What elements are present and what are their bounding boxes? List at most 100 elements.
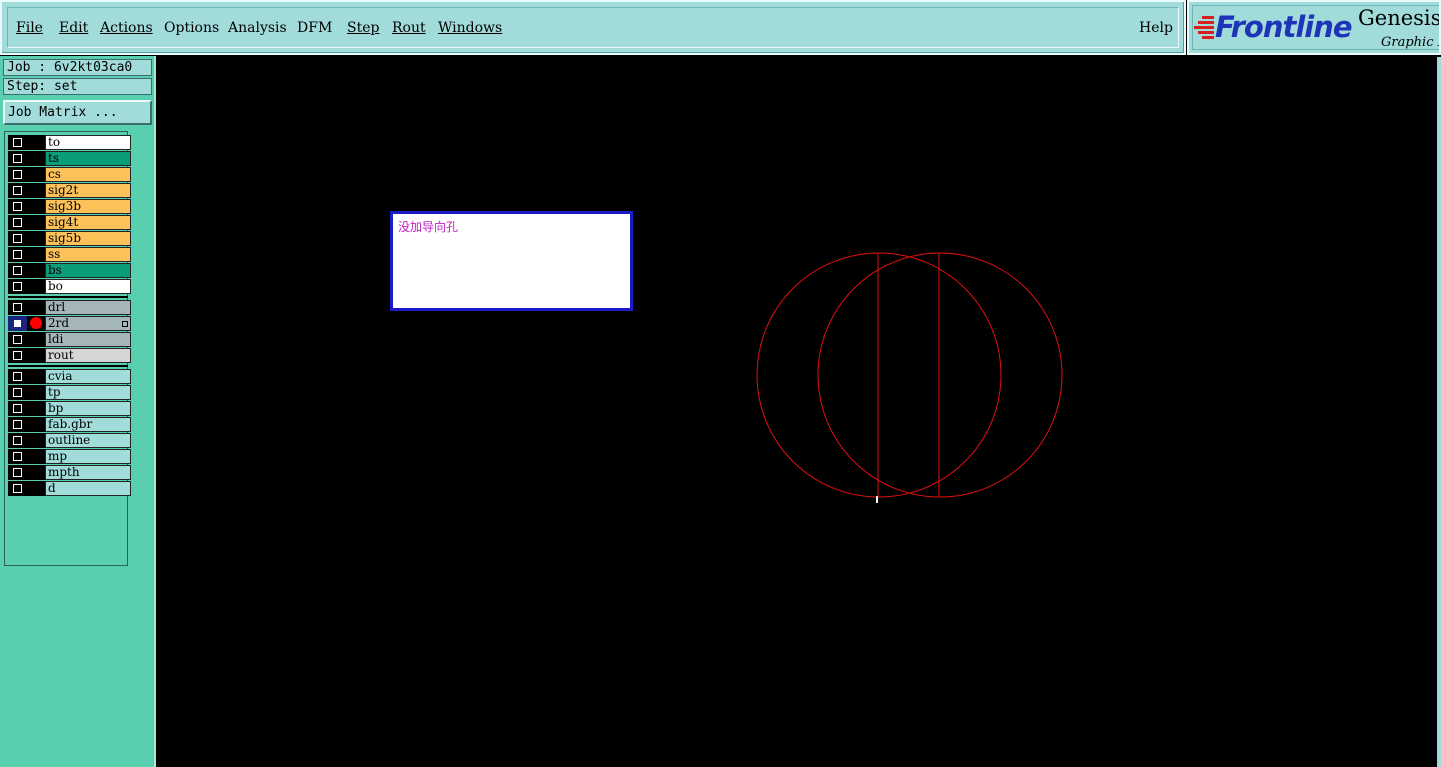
layer-checkbox[interactable] — [8, 135, 27, 150]
layer-checkbox[interactable] — [8, 247, 27, 262]
layer-checkbox[interactable] — [8, 369, 27, 384]
layer-checkbox[interactable] — [8, 385, 27, 400]
layer-affected-indicator[interactable] — [27, 183, 45, 198]
layer-row-cvia[interactable]: cvia — [8, 369, 131, 384]
layer-checkbox[interactable] — [8, 279, 27, 294]
layer-row-sig2t[interactable]: sig2t — [8, 183, 131, 198]
layer-name[interactable]: bp — [45, 401, 131, 416]
layer-checkbox[interactable] — [8, 417, 27, 432]
layer-name[interactable]: mpth — [45, 465, 131, 480]
layer-row-cs[interactable]: cs — [8, 167, 131, 182]
layer-affected-indicator[interactable] — [27, 465, 45, 480]
menu-dfm[interactable]: DFM — [297, 20, 332, 36]
layer-affected-indicator[interactable] — [27, 348, 45, 363]
layer-row-bo[interactable]: bo — [8, 279, 131, 294]
layer-checkbox[interactable] — [8, 231, 27, 246]
layer-row-mpth[interactable]: mpth — [8, 465, 131, 480]
menu-rout[interactable]: Rout — [392, 20, 426, 36]
layer-affected-indicator[interactable] — [27, 369, 45, 384]
layer-affected-indicator[interactable] — [27, 151, 45, 166]
layer-checkbox[interactable] — [8, 433, 27, 448]
layer-name[interactable]: sig5b — [45, 231, 131, 246]
layer-row-fab-gbr[interactable]: fab.gbr — [8, 417, 131, 432]
layer-row-ss[interactable]: ss — [8, 247, 131, 262]
layer-affected-indicator[interactable] — [27, 300, 45, 315]
layer-name[interactable]: ldi — [45, 332, 131, 347]
menu-actions[interactable]: Actions — [100, 20, 153, 36]
layer-affected-indicator[interactable] — [27, 135, 45, 150]
layer-row-bp[interactable]: bp — [8, 401, 131, 416]
layer-affected-indicator[interactable] — [27, 481, 45, 496]
menu-file[interactable]: File — [16, 20, 43, 36]
layer-row-outline[interactable]: outline — [8, 433, 131, 448]
layer-name[interactable]: fab.gbr — [45, 417, 131, 432]
layer-checkbox[interactable] — [8, 183, 27, 198]
layer-name[interactable]: cvia — [45, 369, 131, 384]
layer-name[interactable]: outline — [45, 433, 131, 448]
layer-row-2rd[interactable]: 2rd — [8, 316, 131, 331]
layer-name[interactable]: rout — [45, 348, 131, 363]
layer-checkbox[interactable] — [8, 215, 27, 230]
layer-affected-indicator[interactable] — [27, 385, 45, 400]
layer-name[interactable]: sig4t — [45, 215, 131, 230]
layer-checkbox[interactable] — [8, 316, 27, 331]
layer-affected-indicator[interactable] — [27, 263, 45, 278]
layer-checkbox[interactable] — [8, 465, 27, 480]
layer-name[interactable]: cs — [45, 167, 131, 182]
layer-affected-indicator[interactable] — [27, 215, 45, 230]
layer-name[interactable]: ts — [45, 151, 131, 166]
layer-name[interactable]: sig3b — [45, 199, 131, 214]
layer-affected-indicator[interactable] — [27, 332, 45, 347]
menu-edit[interactable]: Edit — [59, 20, 88, 36]
layer-name[interactable]: mp — [45, 449, 131, 464]
layer-affected-indicator[interactable] — [27, 279, 45, 294]
layer-row-sig4t[interactable]: sig4t — [8, 215, 131, 230]
menu-step[interactable]: Step — [347, 20, 379, 36]
layer-row-tp[interactable]: tp — [8, 385, 131, 400]
layer-name[interactable]: tp — [45, 385, 131, 400]
layer-checkbox[interactable] — [8, 332, 27, 347]
layer-checkbox[interactable] — [8, 348, 27, 363]
layer-affected-indicator[interactable] — [27, 417, 45, 432]
layer-row-mp[interactable]: mp — [8, 449, 131, 464]
layer-checkbox[interactable] — [8, 199, 27, 214]
layer-row-to[interactable]: to — [8, 135, 131, 150]
layer-name[interactable]: bo — [45, 279, 131, 294]
layer-affected-indicator[interactable] — [27, 401, 45, 416]
menu-options[interactable]: Options — [164, 20, 219, 36]
layer-affected-indicator[interactable] — [27, 449, 45, 464]
layer-affected-indicator[interactable] — [27, 433, 45, 448]
layer-affected-indicator[interactable] — [27, 316, 45, 331]
layer-affected-indicator[interactable] — [27, 199, 45, 214]
layer-row-rout[interactable]: rout — [8, 348, 131, 363]
layer-checkbox[interactable] — [8, 300, 27, 315]
layer-name[interactable]: bs — [45, 263, 131, 278]
layer-name[interactable]: 2rd — [45, 316, 131, 331]
layer-name[interactable]: ss — [45, 247, 131, 262]
layer-checkbox[interactable] — [8, 449, 27, 464]
layer-checkbox[interactable] — [8, 151, 27, 166]
layer-affected-indicator[interactable] — [27, 231, 45, 246]
layer-row-drl[interactable]: drl — [8, 300, 131, 315]
layer-name[interactable]: to — [45, 135, 131, 150]
menu-help[interactable]: Help — [1139, 20, 1173, 36]
layer-name[interactable]: drl — [45, 300, 131, 315]
layer-row-sig3b[interactable]: sig3b — [8, 199, 131, 214]
layer-checkbox[interactable] — [8, 481, 27, 496]
layer-affected-indicator[interactable] — [27, 167, 45, 182]
layer-checkbox[interactable] — [8, 167, 27, 182]
layer-row-d[interactable]: d — [8, 481, 131, 496]
layer-checkbox[interactable] — [8, 263, 27, 278]
layer-row-ldi[interactable]: ldi — [8, 332, 131, 347]
layer-row-sig5b[interactable]: sig5b — [8, 231, 131, 246]
right-scrollbar[interactable] — [1437, 57, 1441, 767]
layer-affected-indicator[interactable] — [27, 247, 45, 262]
job-matrix-button[interactable]: Job Matrix ... — [3, 100, 152, 125]
layer-name[interactable]: sig2t — [45, 183, 131, 198]
layer-row-bs[interactable]: bs — [8, 263, 131, 278]
layer-name[interactable]: d — [45, 481, 131, 496]
menu-analysis[interactable]: Analysis — [228, 20, 287, 36]
menu-windows[interactable]: Windows — [438, 20, 502, 36]
layer-row-ts[interactable]: ts — [8, 151, 131, 166]
graphic-canvas[interactable] — [157, 57, 1438, 767]
